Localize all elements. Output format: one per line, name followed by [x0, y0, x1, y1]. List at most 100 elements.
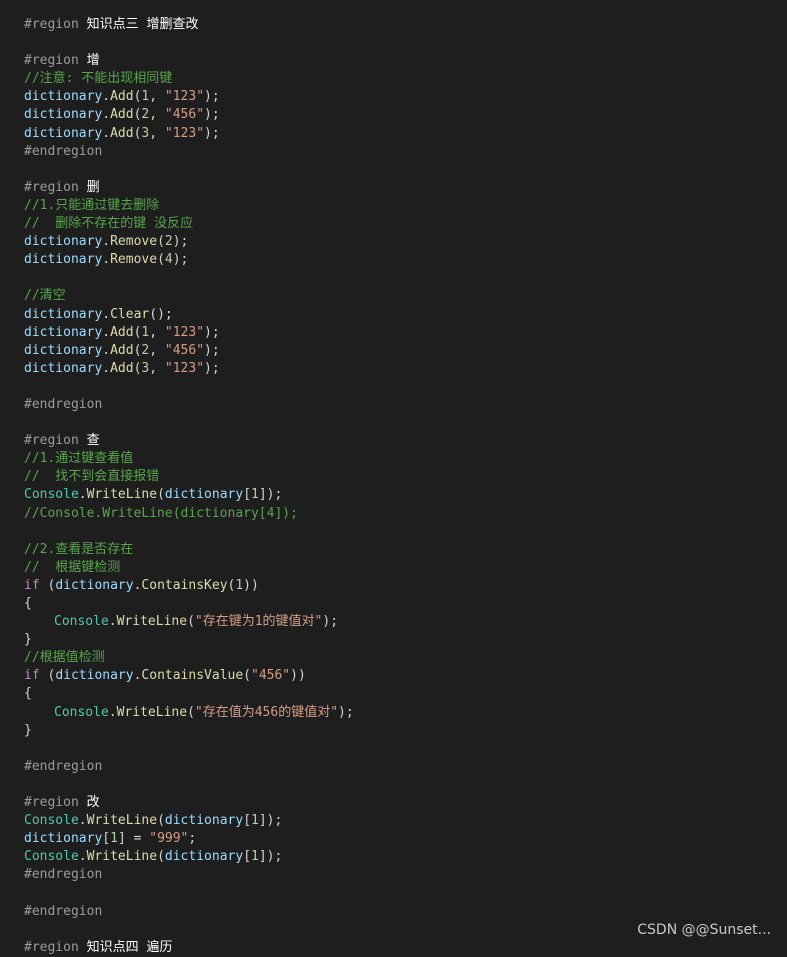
class-token: Console: [54, 704, 109, 720]
punctuation-token: .: [102, 324, 111, 340]
punctuation-token: .: [108, 614, 117, 630]
code-line: Console.WriteLine("存在键为1的键值对");: [24, 613, 787, 631]
variable-token: dictionary: [55, 668, 134, 684]
punctuation-token: (: [157, 849, 165, 865]
code-line: }: [24, 722, 787, 740]
class-token: Console: [54, 614, 109, 630]
code-line: dictionary[1] = "999";: [24, 830, 787, 848]
punctuation-token: );: [322, 614, 339, 630]
code-line: #endregion: [24, 903, 787, 921]
variable-token: dictionary: [24, 306, 103, 322]
code-line: {: [24, 685, 787, 703]
string-token: "456": [251, 668, 291, 684]
keyword-token: if: [24, 577, 40, 593]
preprocessor-token: #endregion: [24, 867, 103, 883]
preprocessor-token: #endregion: [24, 903, 103, 919]
code-line: //1.通过键查看值: [24, 450, 787, 468]
variable-token: dictionary: [24, 125, 103, 141]
variable-token: dictionary: [24, 89, 103, 105]
code-line: dictionary.Add(3, "123");: [24, 125, 787, 143]
comment-token: //清空: [24, 288, 66, 304]
variable-token: dictionary: [164, 813, 244, 829]
comment-token: //1.只能通过键去删除: [24, 197, 160, 213]
punctuation-token: (: [187, 614, 195, 630]
comment-token: //根据值检测: [24, 650, 105, 666]
preprocessor-token: #region: [24, 179, 87, 195]
number-token: 1: [251, 849, 259, 865]
punctuation-token: );: [204, 360, 220, 376]
punctuation-token: ] =: [117, 831, 150, 847]
code-line: #region 查: [24, 432, 787, 450]
punctuation-token: );: [172, 234, 189, 250]
punctuation-token: .: [102, 252, 111, 268]
comment-token: //1.通过键查看值: [24, 451, 134, 467]
region-title-token: 知识点三 增删查改: [86, 17, 199, 32]
region-title-token: 改: [86, 795, 100, 811]
method-token: Add: [110, 107, 134, 123]
code-line: dictionary.Add(1, "123");: [24, 324, 787, 342]
punctuation-token: ,: [149, 342, 165, 358]
code-line: #endregion: [24, 758, 787, 776]
punctuation-token: ]);: [258, 487, 283, 503]
punctuation-token: .: [78, 849, 87, 865]
punctuation-token: (: [157, 252, 165, 268]
code-line: //1.只能通过键去删除: [24, 197, 787, 215]
punctuation-token: );: [204, 342, 220, 358]
punctuation-token: ]);: [258, 849, 283, 865]
method-token: WriteLine: [116, 704, 188, 720]
variable-token: dictionary: [164, 849, 244, 865]
punctuation-token: ();: [149, 306, 173, 322]
method-token: Remove: [110, 252, 158, 268]
variable-token: dictionary: [24, 360, 103, 376]
preprocessor-token: #region: [24, 795, 87, 811]
number-token: 4: [164, 252, 173, 268]
number-token: 1: [251, 487, 259, 503]
keyword-token: if: [24, 668, 40, 684]
punctuation-token: )): [290, 668, 306, 684]
punctuation-token: {: [24, 596, 32, 611]
code-line: dictionary.Add(2, "456");: [24, 342, 787, 360]
code-line: dictionary.Remove(2);: [24, 233, 787, 251]
preprocessor-token: #region: [24, 433, 87, 449]
punctuation-token: [: [102, 831, 111, 847]
string-token: "456": [164, 342, 205, 358]
region-title-token: 知识点四 遍历: [86, 939, 173, 955]
comment-token: //2.查看是否存在: [24, 541, 134, 557]
code-line: #endregion: [24, 143, 787, 161]
code-line: dictionary.Clear();: [24, 306, 787, 324]
method-token: Remove: [110, 234, 158, 250]
method-token: ContainsKey: [141, 577, 228, 593]
punctuation-token: .: [102, 89, 111, 105]
variable-token: dictionary: [24, 234, 103, 250]
code-editor[interactable]: #region 知识点三 增删查改 #region 增//注意: 不能出现相同键 d…: [24, 16, 787, 957]
comment-token: // 删除不存在的键 没反应: [24, 216, 194, 232]
variable-token: dictionary: [24, 107, 103, 123]
punctuation-token: );: [204, 89, 220, 105]
code-line: //注意: 不能出现相同键: [24, 70, 787, 88]
preprocessor-token: #endregion: [24, 758, 103, 774]
region-title-token: 增: [86, 53, 100, 69]
code-line: #endregion: [24, 866, 787, 884]
punctuation-token: (: [157, 234, 165, 250]
method-token: Add: [110, 324, 134, 340]
code-line: #region 知识点四 遍历: [24, 939, 787, 957]
method-token: WriteLine: [86, 813, 158, 829]
code-line: dictionary.Add(3, "123");: [24, 360, 787, 378]
variable-token: dictionary: [24, 342, 103, 358]
punctuation-token: );: [204, 107, 220, 123]
code-line: #region 改: [24, 794, 787, 812]
punctuation-token: )): [243, 577, 259, 593]
code-line: #region 增: [24, 52, 787, 70]
punctuation-token: ]);: [258, 813, 283, 829]
region-title-token: 删: [86, 179, 100, 195]
punctuation-token: ,: [149, 360, 165, 376]
method-token: Clear: [110, 306, 150, 322]
punctuation-token: );: [172, 252, 189, 268]
code-line: dictionary.Remove(4);: [24, 251, 787, 269]
punctuation-token: );: [204, 324, 220, 340]
punctuation-token: (: [39, 668, 56, 684]
